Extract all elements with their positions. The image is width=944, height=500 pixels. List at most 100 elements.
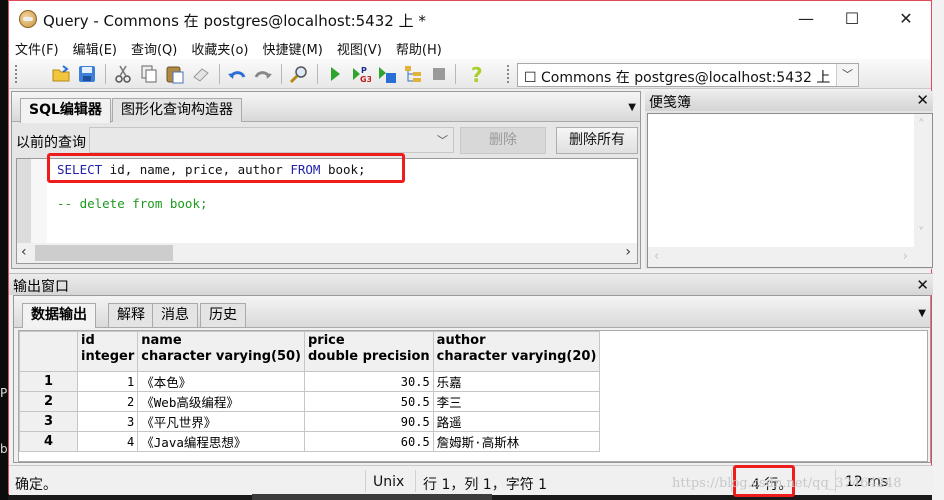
menu-bar: 文件(F) 编辑(E) 查询(Q) 收藏夹(o) 快捷键(M) 视图(V) 帮助… (9, 37, 931, 59)
maximize-button[interactable]: ☐ (829, 1, 875, 35)
cell-id[interactable]: 3 (76, 411, 139, 432)
tab-messages[interactable]: 消息 (152, 303, 198, 327)
column-type: character varying(20) (436, 349, 597, 364)
cell-author[interactable]: 詹姆斯·高斯林 (432, 431, 601, 452)
sql-editor[interactable]: SELECT id, name, price, author FROM book… (16, 153, 638, 264)
execute-pgscript-icon[interactable]: PG3 (351, 64, 371, 84)
column-header-author[interactable]: author character varying(20) (432, 331, 601, 372)
result-table: id integer name character varying(50) pric… (19, 331, 601, 452)
clear-icon[interactable] (191, 64, 211, 84)
table-header-row: id integer name character varying(50) pric… (19, 331, 601, 372)
table-row[interactable]: 3 3 《平凡世界》 90.5 路遥 (19, 411, 601, 432)
output-pane-title: 输出窗口 (13, 279, 69, 295)
window-title: Query - Commons 在 postgres@localhost:543… (43, 12, 426, 30)
column-header-price[interactable]: price double precision (304, 331, 434, 372)
connection-selector[interactable]: ☐ Commons 在 postgres@localhost:5432 上 ﹀ (517, 63, 859, 87)
status-separator (415, 470, 416, 492)
row-number-header[interactable] (19, 331, 78, 372)
menu-file[interactable]: 文件(F) (15, 39, 59, 58)
column-header-name[interactable]: name character varying(50) (137, 331, 305, 372)
cut-icon[interactable] (113, 64, 133, 84)
close-scratch-pad-icon[interactable]: ✕ (916, 91, 929, 109)
scroll-left-icon[interactable]: ‹ (21, 244, 27, 260)
redo-icon[interactable] (253, 64, 273, 84)
menu-help[interactable]: 帮助(H) (396, 39, 442, 58)
cell-author[interactable]: 李三 (432, 391, 601, 412)
save-icon[interactable] (77, 64, 97, 84)
cell-author[interactable]: 路遥 (432, 411, 601, 432)
cell-price[interactable]: 60.5 (304, 431, 434, 452)
previous-queries-select[interactable]: ﹀ (89, 127, 454, 153)
menu-view[interactable]: 视图(V) (337, 39, 382, 58)
scratch-pad-horizontal-scrollbar[interactable]: ‹ › (648, 247, 932, 267)
execute-to-file-icon[interactable] (377, 64, 397, 84)
scroll-up-icon[interactable]: ˄ (918, 118, 925, 133)
menu-macros[interactable]: 快捷键(M) (262, 39, 322, 58)
paste-icon[interactable] (165, 64, 185, 84)
minimize-button[interactable]: — (783, 1, 829, 35)
scroll-left-icon[interactable]: ‹ (654, 249, 659, 264)
menu-edit[interactable]: 编辑(E) (73, 39, 117, 58)
editor-horizontal-scrollbar[interactable]: ‹ › (17, 243, 637, 263)
panel-menu-icon[interactable]: ▼ (918, 308, 926, 319)
close-output-pane-icon[interactable]: ✕ (916, 276, 929, 294)
cancel-query-icon[interactable] (429, 64, 449, 84)
execute-icon[interactable] (325, 64, 345, 84)
cell-price[interactable]: 50.5 (304, 391, 434, 412)
cell-name[interactable]: 《本色》 (137, 371, 305, 392)
cell-price[interactable]: 90.5 (304, 411, 434, 432)
cell-id[interactable]: 1 (76, 371, 139, 392)
background-taskbar-fragment (252, 494, 492, 500)
tab-graphical-query-builder[interactable]: 图形化查询构造器 (112, 98, 242, 122)
copy-icon[interactable] (139, 64, 159, 84)
table-row[interactable]: 1 1 《本色》 30.5 乐嘉 (19, 371, 601, 392)
row-number[interactable]: 4 (19, 431, 78, 452)
scroll-right-icon[interactable]: › (625, 244, 631, 260)
row-number[interactable]: 3 (19, 411, 78, 432)
delete-all-button[interactable]: 删除所有 (556, 127, 638, 154)
chevron-down-icon[interactable]: ﹀ (836, 64, 858, 86)
delete-button[interactable]: 删除 (460, 127, 546, 154)
pgadmin-query-window: Query - Commons 在 postgres@localhost:543… (8, 0, 933, 497)
scrollbar-thumb[interactable] (35, 245, 173, 261)
find-icon[interactable] (289, 64, 309, 84)
scratch-pad-panel: 便笺簿 ✕ ˄ ˅ ‹ › (645, 91, 933, 269)
cell-id[interactable]: 4 (76, 431, 139, 452)
menu-favourites[interactable]: 收藏夹(o) (191, 39, 248, 58)
column-name: name (141, 333, 182, 348)
cell-price[interactable]: 30.5 (304, 371, 434, 392)
help-icon[interactable]: ? (467, 64, 487, 84)
undo-icon[interactable] (227, 64, 247, 84)
scroll-right-icon[interactable]: › (903, 249, 908, 264)
menu-query[interactable]: 查询(Q) (131, 39, 177, 58)
tab-sql-editor[interactable]: SQL编辑器 (20, 98, 111, 123)
open-file-icon[interactable] (51, 64, 71, 84)
column-type: integer (81, 349, 135, 364)
scratch-pad-title: 便笺簿 (649, 95, 691, 111)
toolbar-grip[interactable] (15, 65, 18, 83)
table-row[interactable]: 2 2 《Web高级编程》 50.5 李三 (19, 391, 601, 412)
column-type: character varying(50) (141, 349, 301, 364)
cell-name[interactable]: 《Web高级编程》 (137, 391, 305, 412)
row-number[interactable]: 1 (19, 371, 78, 392)
panel-menu-icon[interactable]: ▼ (628, 102, 636, 113)
cell-name[interactable]: 《Java编程思想》 (137, 431, 305, 452)
close-window-button[interactable]: ✕ (883, 1, 929, 35)
scratch-pad-vertical-scrollbar[interactable]: ˄ ˅ (914, 114, 932, 248)
tab-data-output[interactable]: 数据输出 (22, 303, 96, 328)
row-number[interactable]: 2 (19, 391, 78, 412)
column-type: double precision (308, 349, 430, 364)
cell-name[interactable]: 《平凡世界》 (137, 411, 305, 432)
tab-explain[interactable]: 解释 (108, 303, 154, 327)
explain-icon[interactable] (403, 64, 423, 84)
cell-author[interactable]: 乐嘉 (432, 371, 601, 392)
connection-selector-value: ☐ Commons 在 postgres@localhost:5432 上 (524, 70, 831, 86)
table-row[interactable]: 4 4 《Java编程思想》 60.5 詹姆斯·高斯林 (19, 431, 601, 452)
toolbar-grip[interactable] (507, 65, 510, 83)
scratch-pad-textarea[interactable]: ˄ ˅ ‹ › (647, 113, 933, 268)
scroll-down-icon[interactable]: ˅ (918, 226, 925, 241)
cell-id[interactable]: 2 (76, 391, 139, 412)
column-header-id[interactable]: id integer (76, 331, 139, 372)
status-line-ending: Unix (373, 474, 405, 490)
tab-history[interactable]: 历史 (200, 303, 246, 327)
